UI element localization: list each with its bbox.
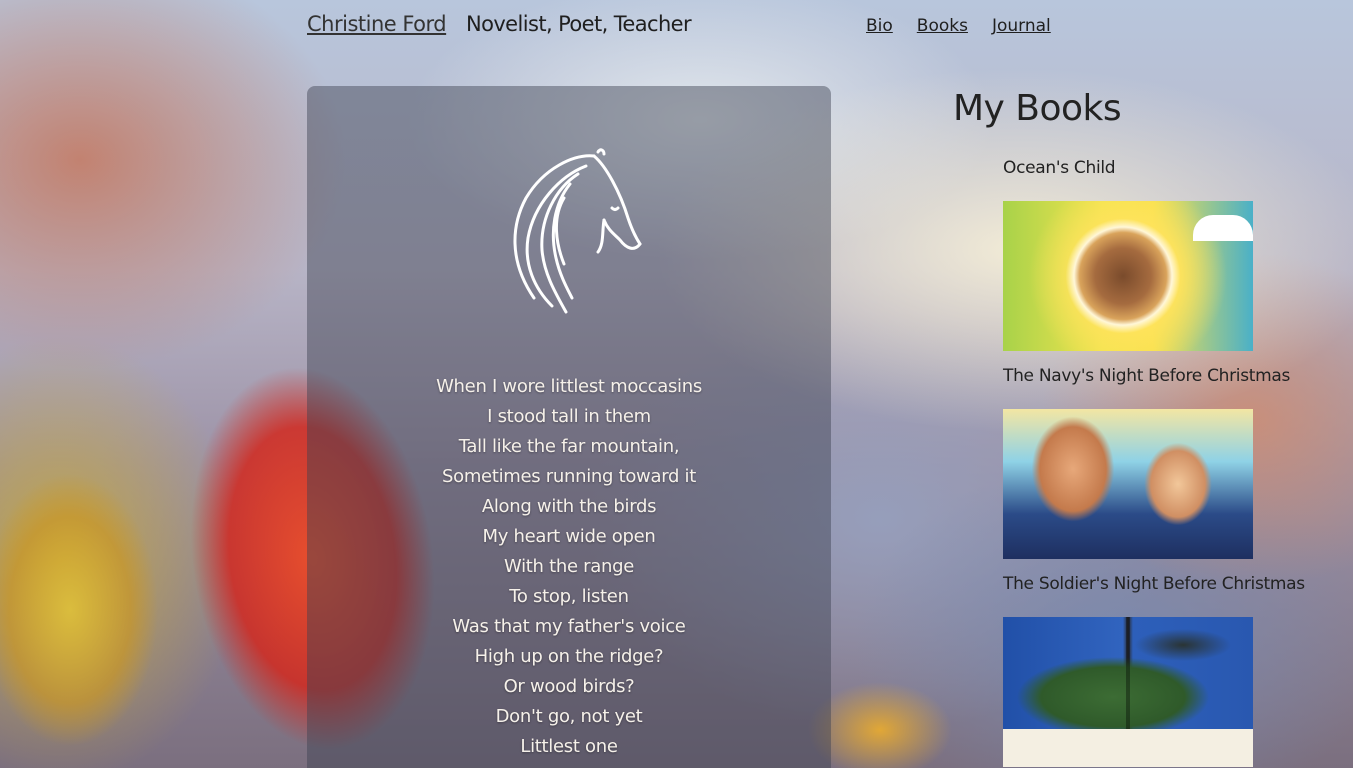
poem-line: Tall like the far mountain, [458, 436, 680, 457]
horse-head-logo-icon [513, 148, 642, 314]
nav-link-bio[interactable]: Bio [866, 16, 893, 36]
poem-line: Was that my father's voice [452, 616, 686, 637]
book-title: The Navy's Night Before Christmas [1003, 366, 1291, 386]
site-name-link[interactable]: Christine Ford [307, 12, 447, 36]
main-nav: Bio Books Journal [866, 16, 1051, 36]
book-cover-image[interactable] [1003, 617, 1253, 767]
cover-text-block [1003, 729, 1253, 767]
book-title: Ocean's Child [1003, 158, 1116, 178]
poem-card: When I wore littlest moccasins I stood t… [307, 86, 831, 768]
poem-line: Littlest one [520, 736, 618, 757]
nav-link-books[interactable]: Books [917, 16, 968, 36]
books-section: My Books Ocean's Child The Navy's Night … [953, 88, 1353, 767]
poem-text: When I wore littlest moccasins I stood t… [307, 372, 831, 762]
poem-line: Sometimes running toward it [441, 466, 696, 487]
poem-line: Don't go, not yet [495, 706, 643, 727]
poem-line: My heart wide open [482, 526, 656, 547]
poem-line: I stood tall in them [487, 406, 651, 427]
poem-line: With the range [504, 556, 634, 577]
book-item: The Navy's Night Before Christmas [1003, 366, 1291, 559]
background-foliage-left [0, 440, 180, 768]
poem-line: When I wore littlest moccasins [436, 376, 702, 397]
cover-cloud-decoration [1193, 215, 1253, 241]
books-heading: My Books [953, 88, 1122, 129]
book-item: Ocean's Child [1003, 158, 1253, 351]
nav-link-journal[interactable]: Journal [992, 16, 1051, 36]
poem-line: High up on the ridge? [474, 646, 664, 667]
poem-line: To stop, listen [509, 586, 629, 607]
site-tagline: Novelist, Poet, Teacher [466, 12, 692, 36]
book-item: The Soldier's Night Before Christmas [1003, 574, 1305, 767]
site-header: Christine Ford Novelist, Poet, Teacher B… [0, 10, 1353, 46]
book-cover-image[interactable] [1003, 409, 1253, 559]
book-title: The Soldier's Night Before Christmas [1003, 574, 1305, 594]
poem-line: Or wood birds? [503, 676, 635, 697]
poem-line: Along with the birds [481, 496, 657, 517]
book-cover-image[interactable] [1003, 201, 1253, 351]
